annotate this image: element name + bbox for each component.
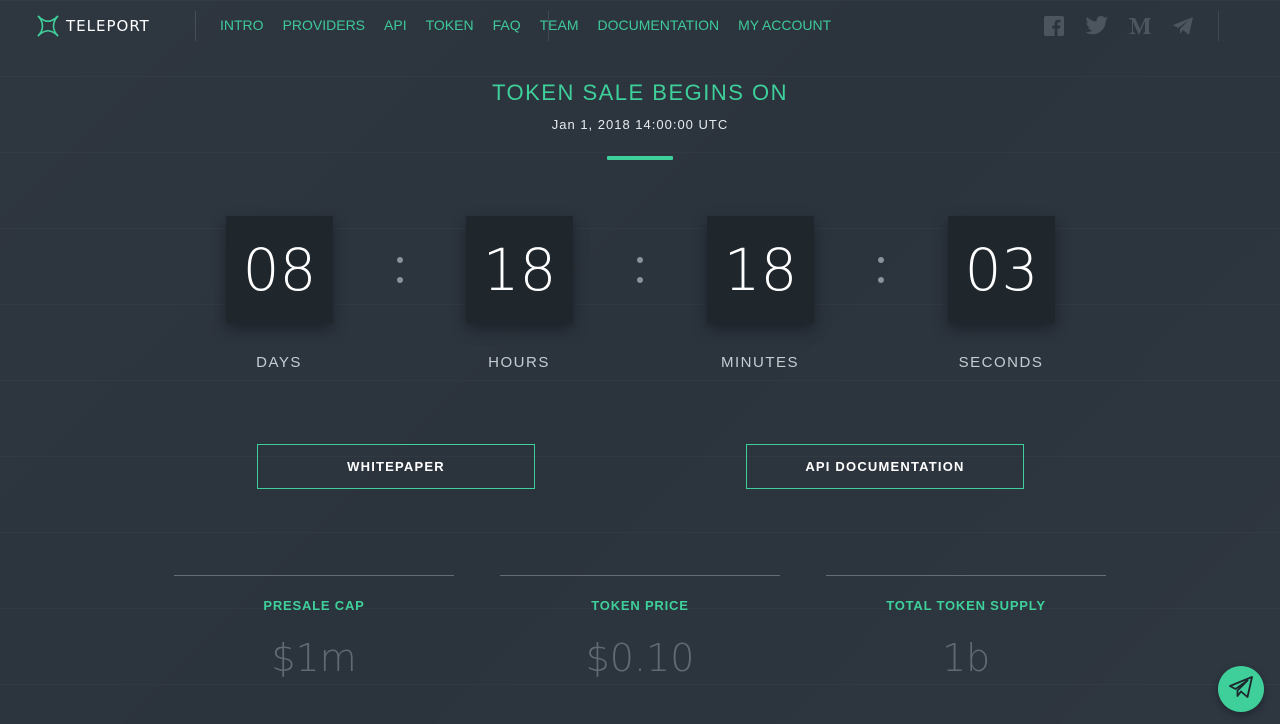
- countdown-minutes: 18: [707, 216, 814, 323]
- countdown-minutes-label: MINUTES: [721, 354, 799, 371]
- countdown-days-label: DAYS: [256, 354, 302, 371]
- nav-link-intro[interactable]: INTRO: [220, 17, 264, 33]
- facebook-icon[interactable]: [1042, 14, 1066, 38]
- nav-link-faq[interactable]: FAQ: [493, 17, 521, 33]
- countdown-seconds-label: SECONDS: [958, 354, 1044, 371]
- sale-date: Jan 1, 2018 14:00:00 UTC: [551, 117, 729, 132]
- whitepaper-button[interactable]: WHITEPAPER: [257, 444, 535, 489]
- nav-link-team[interactable]: TEAM: [540, 17, 579, 33]
- nav-link-token[interactable]: TOKEN: [426, 17, 474, 33]
- countdown-hours-label: HOURS: [488, 354, 550, 371]
- stat-label-presale-cap: PRESALE CAP: [263, 598, 365, 613]
- stat-value-total-supply: 1b: [941, 636, 991, 680]
- social-links: [1042, 14, 1214, 38]
- nav-divider: [195, 11, 196, 41]
- twitter-icon[interactable]: [1085, 14, 1109, 38]
- logo-text: TELEPORT: [66, 17, 150, 35]
- stat-value-token-price: $0.10: [585, 636, 695, 680]
- telegram-icon: [1229, 675, 1253, 703]
- sale-heading: TOKEN SALE BEGINS ON: [491, 80, 789, 105]
- top-navigation: TELEPORT INTRO PROVIDERS API TOKEN FAQ T…: [0, 0, 1280, 52]
- stat-divider: [826, 575, 1106, 576]
- stat-label-total-supply: TOTAL TOKEN SUPPLY: [886, 598, 1046, 613]
- telegram-chat-button[interactable]: [1218, 666, 1264, 712]
- stat-divider: [500, 575, 780, 576]
- nav-link-providers[interactable]: PROVIDERS: [283, 17, 365, 33]
- stat-value-presale-cap: $1m: [271, 636, 357, 680]
- countdown-separator: [637, 255, 643, 285]
- nav-divider: [548, 11, 549, 41]
- medium-icon[interactable]: [1128, 14, 1152, 38]
- nav-link-my-account[interactable]: MY ACCOUNT: [738, 17, 831, 33]
- teleport-logo-icon: [36, 14, 60, 38]
- countdown-hours: 18: [466, 216, 573, 323]
- logo[interactable]: TELEPORT: [36, 13, 150, 39]
- nav-links: INTRO PROVIDERS API TOKEN FAQ TEAM DOCUM…: [220, 17, 850, 33]
- nav-link-api[interactable]: API: [384, 17, 407, 33]
- countdown-seconds: 03: [948, 216, 1055, 323]
- countdown-separator: [397, 255, 403, 285]
- heading-accent-bar: [607, 156, 673, 160]
- stat-divider: [174, 575, 454, 576]
- nav-link-documentation[interactable]: DOCUMENTATION: [598, 17, 720, 33]
- nav-divider: [1218, 11, 1219, 41]
- countdown-days: 08: [226, 216, 333, 323]
- api-documentation-button[interactable]: API DOCUMENTATION: [746, 444, 1024, 489]
- stat-label-token-price: TOKEN PRICE: [591, 598, 689, 613]
- telegram-icon[interactable]: [1171, 14, 1195, 38]
- countdown-separator: [878, 255, 884, 285]
